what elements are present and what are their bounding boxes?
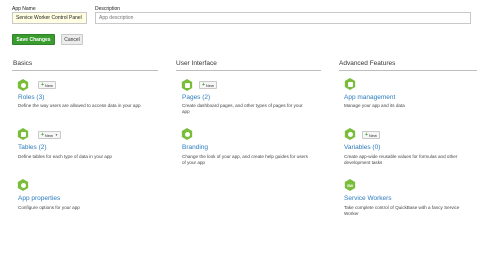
roles-link[interactable]: Roles (3) xyxy=(18,94,44,101)
branding-link[interactable]: Branding xyxy=(182,144,208,151)
roles-icon xyxy=(17,79,29,91)
variables-link[interactable]: Variables (0) xyxy=(344,144,380,151)
tables-link[interactable]: Tables (2) xyxy=(18,144,47,151)
advanced-divider xyxy=(339,70,477,71)
tables-description: Define tables for each type of data in y… xyxy=(18,154,112,159)
service-workers-description-line-2: Worker xyxy=(344,211,359,216)
ui-section-title: User Interface xyxy=(176,60,217,67)
basics-section-title: Basics xyxy=(13,60,33,67)
app-properties-link[interactable]: App properties xyxy=(18,195,60,202)
service-workers-icon: SW xyxy=(344,179,356,191)
roles-description: Define the way users are allowed to acce… xyxy=(18,103,141,108)
advanced-section-title: Advanced Features xyxy=(339,60,396,67)
chevron-down-icon: ▼ xyxy=(54,133,58,137)
basics-divider xyxy=(12,70,158,71)
variables-description-line-2: development tasks xyxy=(344,160,383,165)
app-properties-icon xyxy=(17,179,29,191)
ui-divider xyxy=(176,70,321,71)
pages-new-button[interactable]: + New xyxy=(199,81,217,89)
pages-link[interactable]: Pages (2) xyxy=(182,94,210,101)
branding-description-line-2: of your app xyxy=(182,160,205,165)
service-workers-description-line-1: Take complete control of QuickBase with … xyxy=(344,205,460,210)
plus-icon: + xyxy=(365,132,368,138)
tables-icon xyxy=(17,128,29,140)
app-properties-description: Configure options for your app xyxy=(18,205,80,210)
plus-icon: + xyxy=(41,132,44,138)
tables-new-button[interactable]: + New ▼ xyxy=(38,131,61,139)
app-management-icon xyxy=(344,78,356,90)
description-input[interactable] xyxy=(95,12,471,24)
cancel-button[interactable]: Cancel xyxy=(61,34,83,45)
variables-new-button[interactable]: + New xyxy=(362,131,380,139)
app-management-description: Manage your app and its data xyxy=(344,103,405,108)
service-workers-link[interactable]: Service Workers xyxy=(344,195,392,202)
roles-new-button[interactable]: + New xyxy=(38,81,56,89)
plus-icon: + xyxy=(41,82,44,88)
pages-icon xyxy=(181,79,193,91)
save-changes-button[interactable]: Save Changes xyxy=(12,34,55,45)
branding-icon xyxy=(181,128,193,140)
variables-icon xyxy=(344,128,356,140)
pages-description-line-1: Create dashboard pages, and other types … xyxy=(182,103,303,108)
app-management-link[interactable]: App management xyxy=(344,94,395,101)
plus-icon: + xyxy=(202,82,205,88)
pages-description-line-2: app xyxy=(182,109,190,114)
app-name-input[interactable] xyxy=(12,12,87,24)
